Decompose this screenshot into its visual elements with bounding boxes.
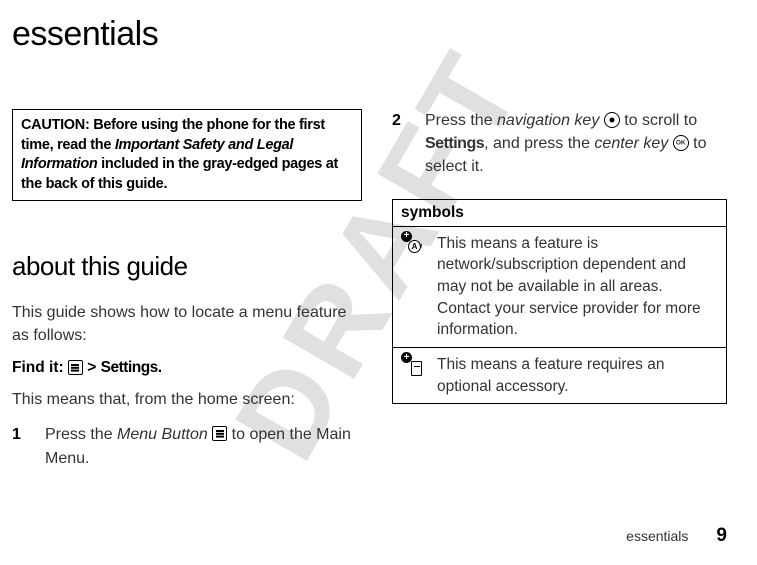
menu-icon <box>68 360 83 375</box>
step-1-text: Press the Menu Button to open the Main M… <box>45 423 362 469</box>
find-it-label: Find it: <box>12 359 64 376</box>
step-2-text: Press the navigation key to scroll to Se… <box>425 109 727 179</box>
step-2-mid2: , and press the <box>484 135 594 152</box>
columns: CAUTION: Before using the phone for the … <box>12 109 727 478</box>
antenna-icon: ༥ <box>408 240 421 253</box>
symbols-row-network: ༥ This means a feature is network/subscr… <box>393 227 726 348</box>
section-heading: about this guide <box>12 251 362 282</box>
step-2-mid1: to scroll to <box>620 112 697 129</box>
step-2-pre: Press the <box>425 112 497 129</box>
footer-page-number: 9 <box>716 525 727 547</box>
footer-label: essentials <box>626 528 688 544</box>
this-means-text: This means that, from the home screen: <box>12 389 362 411</box>
step-2-num: 2 <box>392 109 407 179</box>
step-2-italic2: center key <box>594 135 668 152</box>
caution-box: CAUTION: Before using the phone for the … <box>12 109 362 201</box>
find-it-line: Find it: > Settings. <box>12 359 362 377</box>
find-it-chevron: > <box>87 359 96 376</box>
symbols-header: symbols <box>393 200 726 227</box>
symbols-row-accessory: This means a feature requires an optiona… <box>393 348 726 403</box>
symbols-text-accessory: This means a feature requires an optiona… <box>437 348 726 403</box>
step-2-bold: Settings <box>425 135 484 152</box>
step-1-italic: Menu Button <box>117 426 208 443</box>
step-1-pre: Press the <box>45 426 117 443</box>
accessory-icon <box>411 361 422 376</box>
menu-icon <box>212 426 227 441</box>
center-key-icon <box>673 135 689 151</box>
page-footer: essentials 9 <box>626 525 727 547</box>
navigation-key-icon <box>604 112 620 128</box>
page-content: essentials CAUTION: Before using the pho… <box>0 0 757 478</box>
intro-text: This guide shows how to locate a menu fe… <box>12 302 362 347</box>
symbols-icon-network: ༥ <box>393 227 437 347</box>
left-column: CAUTION: Before using the phone for the … <box>12 109 362 478</box>
step-2-italic1: navigation key <box>497 112 599 129</box>
symbols-icon-accessory <box>393 348 437 403</box>
symbols-text-network: This means a feature is network/subscrip… <box>437 227 726 347</box>
symbols-table: symbols ༥ This means a feature is networ… <box>392 199 727 405</box>
page-title: essentials <box>12 15 727 54</box>
right-column: 2 Press the navigation key to scroll to … <box>392 109 727 478</box>
step-1: 1 Press the Menu Button to open the Main… <box>12 423 362 469</box>
step-1-num: 1 <box>12 423 27 469</box>
find-it-target: Settings. <box>101 359 162 376</box>
step-2: 2 Press the navigation key to scroll to … <box>392 109 727 179</box>
